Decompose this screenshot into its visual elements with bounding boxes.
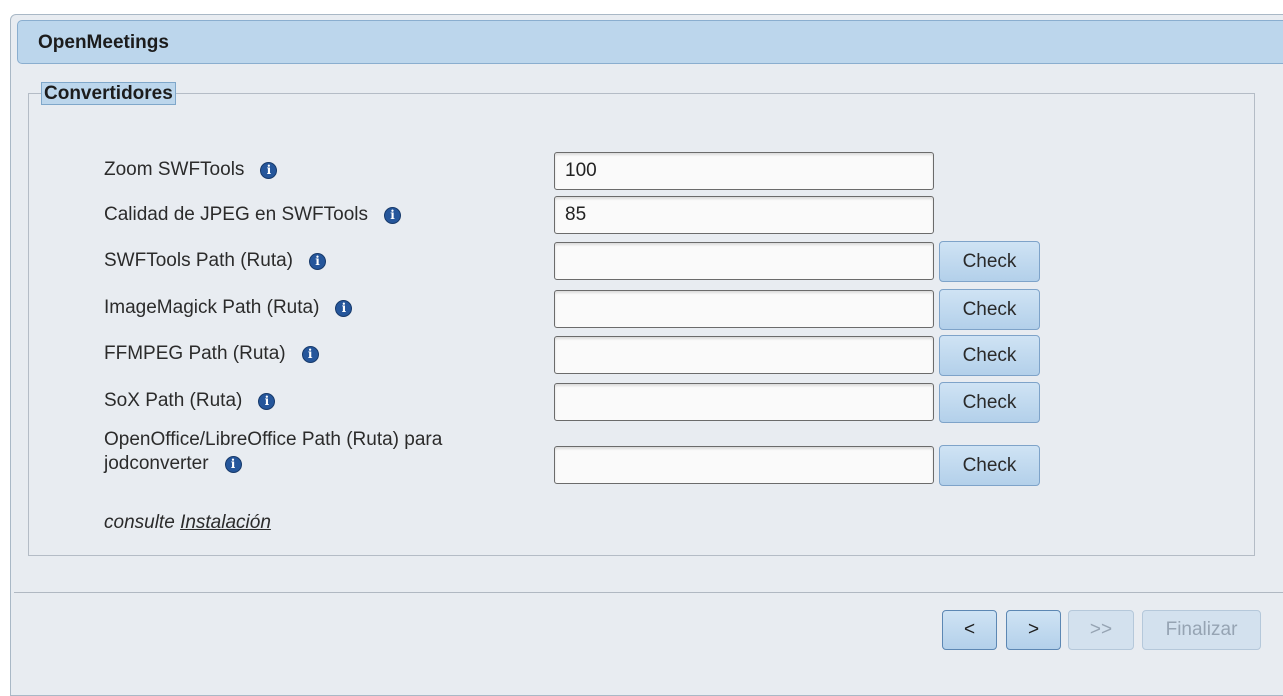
installation-link[interactable]: Instalación	[180, 512, 271, 533]
previous-button[interactable]: <	[942, 610, 997, 650]
zoom-swftools-label: Zoom SWFTools i	[104, 158, 278, 182]
info-icon[interactable]: i	[258, 393, 276, 410]
swftools-path-input[interactable]	[554, 242, 934, 280]
imagemagick-path-input[interactable]	[554, 290, 934, 328]
title-bar: OpenMeetings	[17, 20, 1283, 64]
imagemagick-path-label: ImageMagick Path (Ruta) i	[104, 296, 353, 320]
zoom-swftools-input[interactable]	[554, 152, 934, 190]
swftools-check-button[interactable]: Check	[939, 241, 1040, 282]
openoffice-path-input[interactable]	[554, 446, 934, 484]
finish-button[interactable]: Finalizar	[1142, 610, 1261, 650]
info-icon[interactable]: i	[224, 456, 242, 473]
openoffice-path-label: OpenOffice/LibreOffice Path (Ruta) para …	[104, 429, 443, 474]
ffmpeg-path-label: FFMPEG Path (Ruta) i	[104, 342, 319, 366]
info-icon[interactable]: i	[309, 253, 326, 270]
sox-path-input[interactable]	[554, 383, 934, 421]
ffmpeg-check-button[interactable]: Check	[939, 335, 1040, 376]
imagemagick-check-button[interactable]: Check	[939, 289, 1040, 330]
info-icon[interactable]: i	[335, 300, 353, 317]
jpeg-quality-input[interactable]	[554, 196, 934, 234]
info-icon[interactable]: i	[384, 207, 402, 224]
window-title: OpenMeetings	[38, 32, 169, 53]
swftools-path-label: SWFTools Path (Ruta) i	[104, 249, 326, 273]
jpeg-quality-label: Calidad de JPEG en SWFTools i	[104, 203, 402, 227]
sox-path-label: SoX Path (Ruta) i	[104, 389, 276, 413]
footer-divider	[14, 592, 1283, 593]
last-button[interactable]: >>	[1068, 610, 1134, 650]
sox-check-button[interactable]: Check	[939, 382, 1040, 423]
next-button[interactable]: >	[1006, 610, 1061, 650]
info-icon[interactable]: i	[301, 346, 319, 363]
section-legend: Convertidores	[41, 82, 176, 105]
openoffice-check-button[interactable]: Check	[939, 445, 1040, 486]
ffmpeg-path-input[interactable]	[554, 336, 934, 374]
install-note: consulte Instalación	[104, 512, 271, 533]
info-icon[interactable]: i	[260, 162, 278, 179]
